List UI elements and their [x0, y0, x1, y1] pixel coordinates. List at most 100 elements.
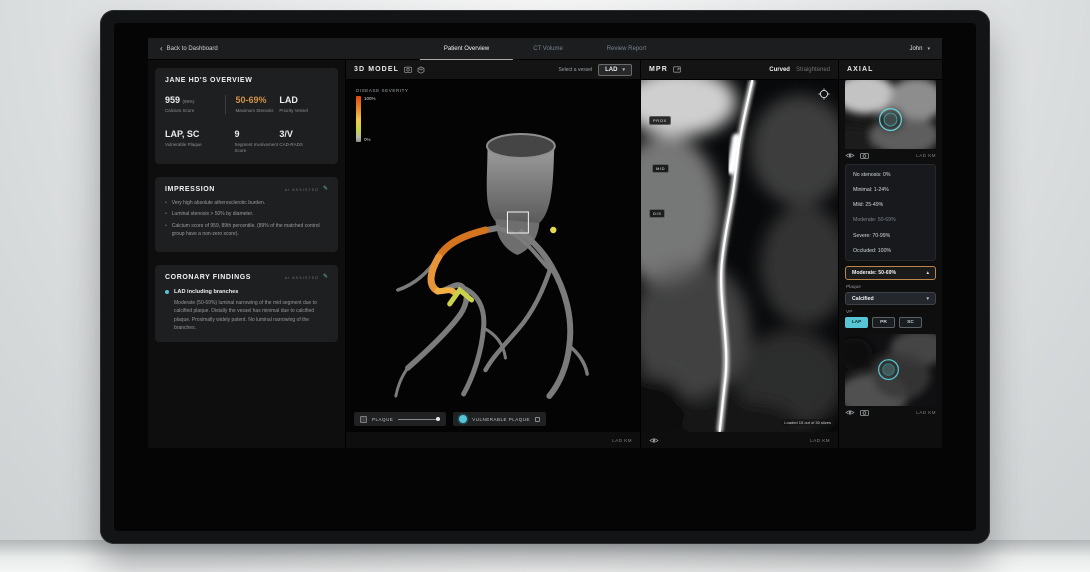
- vessel-select[interactable]: LAD ▾: [598, 64, 632, 76]
- chevron-left-icon: ‹: [160, 46, 163, 52]
- stenosis-option-minimal[interactable]: Minimal: 1-24%: [846, 182, 935, 197]
- plaque-select-value: Calcified: [852, 296, 874, 302]
- user-name: John: [909, 46, 922, 52]
- tab-label: Patient Overview: [444, 46, 489, 52]
- plaque-toggle[interactable]: [360, 416, 367, 423]
- screenshot-icon[interactable]: [404, 66, 412, 73]
- select-vessel-label: Select a vessel: [559, 67, 593, 73]
- stenosis-option-moderate[interactable]: Moderate: 50-69%: [846, 213, 935, 228]
- impression-bullet: Luminal stenosis > 50% by diameter.: [165, 211, 328, 219]
- summary-sidebar: JANE HD'S OVERVIEW 959 (89%) Calcium Sco…: [148, 60, 345, 448]
- edit-pencil-icon[interactable]: ✎: [323, 274, 328, 280]
- slider-knob[interactable]: [436, 417, 440, 421]
- user-menu[interactable]: John ▾: [909, 46, 930, 52]
- axial-body: LAD KM No stenosis: 0% Minimal: 1-24% Mi…: [845, 80, 936, 448]
- finding-lad-row[interactable]: LAD including branches: [165, 289, 328, 295]
- stat-value: LAD: [279, 95, 328, 105]
- monitor-frame: ‹ Back to Dashboard Patient Overview CT …: [100, 10, 990, 544]
- ai-assisted-label: AI ASSISTED: [285, 275, 319, 280]
- stenosis-select-value: Moderate: 50-69%: [852, 270, 896, 276]
- series-label: LAD KM: [916, 153, 936, 158]
- severity-gradient-bar: [356, 96, 361, 142]
- stenosis-option-severe[interactable]: Severe: 70-99%: [846, 228, 935, 243]
- axial-thumbnail-top[interactable]: [845, 80, 936, 149]
- findings-title: CORONARY FINDINGS: [165, 274, 251, 281]
- vulnerable-plaque-toggle[interactable]: [459, 415, 467, 423]
- segment-marker-dis[interactable]: DIS: [649, 209, 665, 218]
- mpr-mode-curved[interactable]: Curved: [769, 67, 790, 73]
- impression-title: IMPRESSION: [165, 186, 215, 193]
- mpr-header: MPR Curved Straightened: [641, 60, 838, 80]
- tab-label: CT Volume: [533, 46, 563, 52]
- slices-loading-status: Loaded 15 out of 30 slices: [781, 419, 834, 426]
- impression-card: IMPRESSION AI ASSISTED ✎ Very high absol…: [155, 177, 338, 252]
- mpr-viewport[interactable]: PROX MID DIS Loaded 15 out of 30 slices: [641, 80, 838, 432]
- coronary-findings-card: CORONARY FINDINGS AI ASSISTED ✎ LAD incl…: [155, 265, 338, 342]
- info-icon[interactable]: [535, 417, 540, 422]
- mpr-title: MPR: [649, 66, 668, 73]
- eye-icon[interactable]: [649, 437, 659, 444]
- mpr-panel-footer: LAD KM: [641, 432, 838, 448]
- stenosis-options-list: No stenosis: 0% Minimal: 1-24% Mild: 25-…: [845, 164, 936, 261]
- camera-icon[interactable]: [860, 409, 869, 416]
- stenosis-option-occluded[interactable]: Occluded: 100%: [846, 243, 935, 258]
- nav-tabs: Patient Overview CT Volume Review Report: [438, 38, 652, 60]
- series-label: LAD KM: [612, 438, 632, 443]
- tab-label: Review Report: [607, 46, 646, 52]
- vp-button-pr[interactable]: PR: [872, 317, 895, 328]
- tab-patient-overview[interactable]: Patient Overview: [438, 38, 495, 60]
- impression-bullet: Very high absolute atherosclerotic burde…: [165, 200, 328, 208]
- 3d-model-title: 3D MODEL: [354, 66, 399, 73]
- stat-value: LAP, SC: [165, 129, 225, 139]
- tab-review-report[interactable]: Review Report: [601, 38, 652, 60]
- top-nav: ‹ Back to Dashboard Patient Overview CT …: [148, 38, 942, 60]
- expand-icon[interactable]: [673, 66, 681, 73]
- ai-assisted-badge: AI ASSISTED ✎: [285, 186, 328, 192]
- impression-bullets: Very high absolute atherosclerotic burde…: [165, 200, 328, 239]
- main-content: JANE HD'S OVERVIEW 959 (89%) Calcium Sco…: [148, 60, 942, 448]
- back-to-dashboard-link[interactable]: ‹ Back to Dashboard: [160, 46, 218, 52]
- panel-axial: AXIAL: [838, 60, 942, 448]
- stat-label: Priority Vessel: [279, 108, 328, 115]
- vulnerable-plaque-label: VULNERABLE PLAQUE: [472, 417, 530, 422]
- vp-field-label: VP: [846, 310, 935, 315]
- stenosis-select[interactable]: Moderate: 50-69% ▴: [845, 266, 936, 280]
- vp-button-sc[interactable]: SC: [899, 317, 922, 328]
- series-label: LAD KM: [916, 410, 936, 415]
- axial-thumbnail-bottom[interactable]: [845, 334, 936, 405]
- segment-marker-prox[interactable]: PROX: [649, 116, 671, 125]
- eye-icon[interactable]: [845, 152, 855, 159]
- patient-overview-card: JANE HD'S OVERVIEW 959 (89%) Calcium Sco…: [155, 68, 338, 164]
- plaque-marker-dot: [550, 227, 556, 233]
- crosshair-icon[interactable]: [818, 88, 830, 100]
- eye-icon[interactable]: [845, 409, 855, 416]
- vp-button-group: LAP PR SC: [845, 317, 936, 328]
- stenosis-option-mild[interactable]: Mild: 25-49%: [846, 198, 935, 213]
- legend-min-label: 0%: [364, 137, 376, 142]
- 3d-viewport[interactable]: DISEASE SEVERITY 100% 0%: [346, 80, 640, 432]
- plaque-toggle-label: PLAQUE: [372, 417, 393, 422]
- stat-label: Segment Involvement Score: [234, 142, 279, 155]
- edit-pencil-icon[interactable]: ✎: [323, 186, 328, 192]
- camera-icon[interactable]: [860, 152, 869, 159]
- segment-marker-mid[interactable]: MID: [652, 164, 669, 173]
- plaque-type-select[interactable]: Calcified ▾: [845, 292, 936, 305]
- plaque-opacity-slider[interactable]: [398, 419, 440, 420]
- stat-label: CAD-RADS: [279, 142, 328, 149]
- orientation-cube-icon[interactable]: [417, 66, 425, 74]
- mpr-ct-image: [641, 80, 838, 432]
- axial-top-meta: LAD KM: [845, 149, 936, 162]
- overview-card-title: JANE HD'S OVERVIEW: [165, 77, 252, 84]
- lumen-contour: [883, 364, 894, 375]
- axial-header: AXIAL: [839, 60, 942, 80]
- stat-segment-involvement: 9 Segment Involvement Score: [225, 129, 279, 155]
- vp-button-lap[interactable]: LAP: [845, 317, 868, 328]
- ai-assisted-label: AI ASSISTED: [285, 187, 319, 192]
- stat-suffix: (89%): [183, 99, 195, 104]
- mpr-mode-straightened[interactable]: Straightened: [796, 67, 830, 73]
- stat-value: 3/V: [279, 129, 328, 139]
- axial-bottom-meta: LAD KM: [845, 406, 936, 419]
- stat-value: 9: [234, 129, 279, 139]
- tab-ct-volume[interactable]: CT Volume: [527, 38, 569, 60]
- stenosis-option-none[interactable]: No stenosis: 0%: [846, 167, 935, 182]
